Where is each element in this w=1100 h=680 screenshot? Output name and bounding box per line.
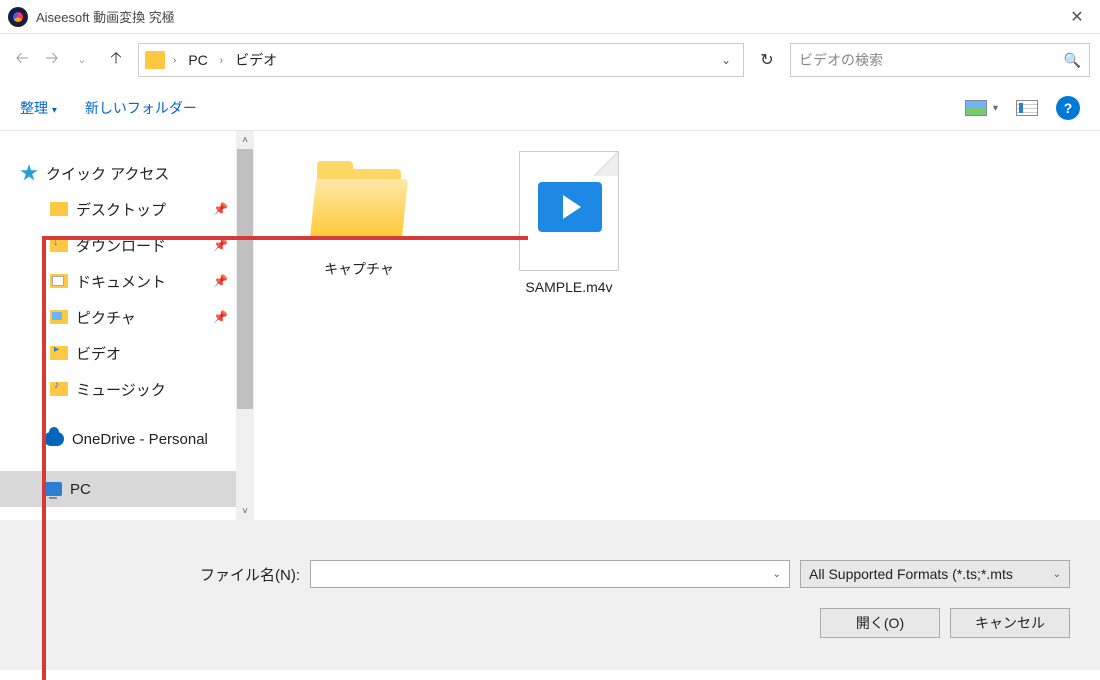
sidebar-item-label: OneDrive - Personal: [72, 431, 208, 448]
annotation-line-vertical: [42, 236, 46, 680]
sidebar: クイック アクセス デスクトップ 📌 ダウンロード 📌 ドキュメント 📌 ピクチ…: [0, 131, 254, 520]
pin-icon: 📌: [213, 310, 228, 324]
chevron-down-icon: ▾: [993, 103, 998, 114]
sidebar-item-desktop[interactable]: デスクトップ 📌: [0, 191, 254, 227]
refresh-button[interactable]: ↻: [750, 43, 784, 77]
title-bar: Aiseesoft 動画変換 究極 ✕: [0, 0, 1100, 34]
sidebar-item-downloads[interactable]: ダウンロード 📌: [0, 227, 254, 263]
filename-label: ファイル名(N):: [200, 564, 300, 585]
quick-access-label: クイック アクセス: [46, 163, 169, 184]
sidebar-item-pc[interactable]: PC: [0, 471, 254, 507]
app-icon: [8, 7, 28, 27]
up-button[interactable]: 🡡: [102, 46, 130, 74]
search-input[interactable]: [799, 52, 1064, 68]
cloud-icon: [44, 432, 64, 446]
breadcrumb[interactable]: › PC › ビデオ ⌄: [138, 43, 744, 77]
breadcrumb-pc[interactable]: PC: [184, 50, 211, 70]
back-button[interactable]: 🡠: [10, 48, 34, 72]
music-icon: [50, 382, 68, 396]
sidebar-item-label: ドキュメント: [76, 271, 166, 292]
pin-icon: 📌: [213, 202, 228, 216]
picture-view-icon: [965, 100, 987, 116]
view-picture-button[interactable]: ▾: [965, 100, 998, 116]
navigation-tree: クイック アクセス デスクトップ 📌 ダウンロード 📌 ドキュメント 📌 ピクチ…: [0, 131, 254, 507]
sidebar-item-label: ピクチャ: [76, 307, 136, 328]
file-list[interactable]: キャプチャ SAMPLE.m4v: [254, 131, 1100, 520]
scroll-thumb[interactable]: [237, 149, 253, 409]
quick-access-node[interactable]: クイック アクセス: [0, 155, 254, 191]
window-title: Aiseesoft 動画変換 究極: [36, 7, 175, 26]
star-icon: [20, 164, 38, 182]
navigation-bar: 🡠 🡢 ⌄ 🡡 › PC › ビデオ ⌄ ↻ 🔍: [0, 34, 1100, 86]
pictures-icon: [50, 310, 68, 324]
pin-icon: 📌: [213, 238, 228, 252]
sidebar-item-videos[interactable]: ビデオ: [0, 335, 254, 371]
filter-text: All Supported Formats (*.ts;*.mts: [809, 566, 1013, 582]
sidebar-item-documents[interactable]: ドキュメント 📌: [0, 263, 254, 299]
file-label: キャプチャ: [284, 259, 434, 279]
scroll-down-icon[interactable]: ˅: [236, 502, 254, 520]
new-folder-button[interactable]: 新しいフォルダー: [85, 98, 197, 118]
sidebar-item-label: ミュージック: [76, 379, 166, 400]
view-details-button[interactable]: [1016, 100, 1038, 116]
file-label: SAMPLE.m4v: [494, 279, 644, 295]
dialog-footer: ファイル名(N): ⌄ All Supported Formats (*.ts;…: [0, 520, 1100, 670]
sidebar-item-label: ビデオ: [76, 343, 121, 364]
file-item-sample[interactable]: SAMPLE.m4v: [494, 151, 644, 295]
forward-button[interactable]: 🡢: [40, 48, 64, 72]
filename-input[interactable]: ⌄: [310, 560, 790, 588]
downloads-icon: [50, 238, 68, 252]
help-button[interactable]: ?: [1056, 96, 1080, 120]
recent-dropdown-icon[interactable]: ⌄: [70, 48, 94, 72]
pc-icon: [44, 482, 62, 496]
sidebar-item-pictures[interactable]: ピクチャ 📌: [0, 299, 254, 335]
scroll-up-icon[interactable]: ˄: [236, 131, 254, 149]
location-folder-icon: [145, 51, 165, 69]
organize-menu[interactable]: 整理 ▾: [20, 98, 57, 118]
sidebar-item-label: デスクトップ: [76, 199, 166, 220]
chevron-right-icon[interactable]: ›: [216, 55, 227, 66]
folder-icon: [50, 202, 68, 216]
close-button[interactable]: ✕: [1054, 0, 1100, 34]
chevron-right-icon[interactable]: ›: [169, 55, 180, 66]
file-type-filter[interactable]: All Supported Formats (*.ts;*.mts ⌄: [800, 560, 1070, 588]
toolbar: 整理 ▾ 新しいフォルダー ▾ ?: [0, 86, 1100, 130]
pin-icon: 📌: [213, 274, 228, 288]
sidebar-item-onedrive[interactable]: OneDrive - Personal: [0, 421, 254, 457]
documents-icon: [50, 274, 68, 288]
cancel-button[interactable]: キャンセル: [950, 608, 1070, 638]
video-file-icon: [519, 151, 619, 271]
videos-icon: [50, 346, 68, 360]
search-icon[interactable]: 🔍: [1064, 52, 1081, 69]
sidebar-item-music[interactable]: ミュージック: [0, 371, 254, 407]
sidebar-item-label: PC: [70, 481, 91, 498]
breadcrumb-videos[interactable]: ビデオ: [231, 48, 281, 72]
chevron-down-icon[interactable]: ⌄: [773, 569, 781, 580]
breadcrumb-dropdown-icon[interactable]: ⌄: [715, 53, 737, 67]
sidebar-scrollbar[interactable]: ˄ ˅: [236, 131, 254, 520]
open-button[interactable]: 開く(O): [820, 608, 940, 638]
search-box[interactable]: 🔍: [790, 43, 1090, 77]
chevron-down-icon: ⌄: [1053, 569, 1061, 580]
annotation-line-horizontal: [42, 236, 528, 240]
main-area: クイック アクセス デスクトップ 📌 ダウンロード 📌 ドキュメント 📌 ピクチ…: [0, 130, 1100, 520]
folder-item-capture[interactable]: キャプチャ: [284, 151, 434, 279]
